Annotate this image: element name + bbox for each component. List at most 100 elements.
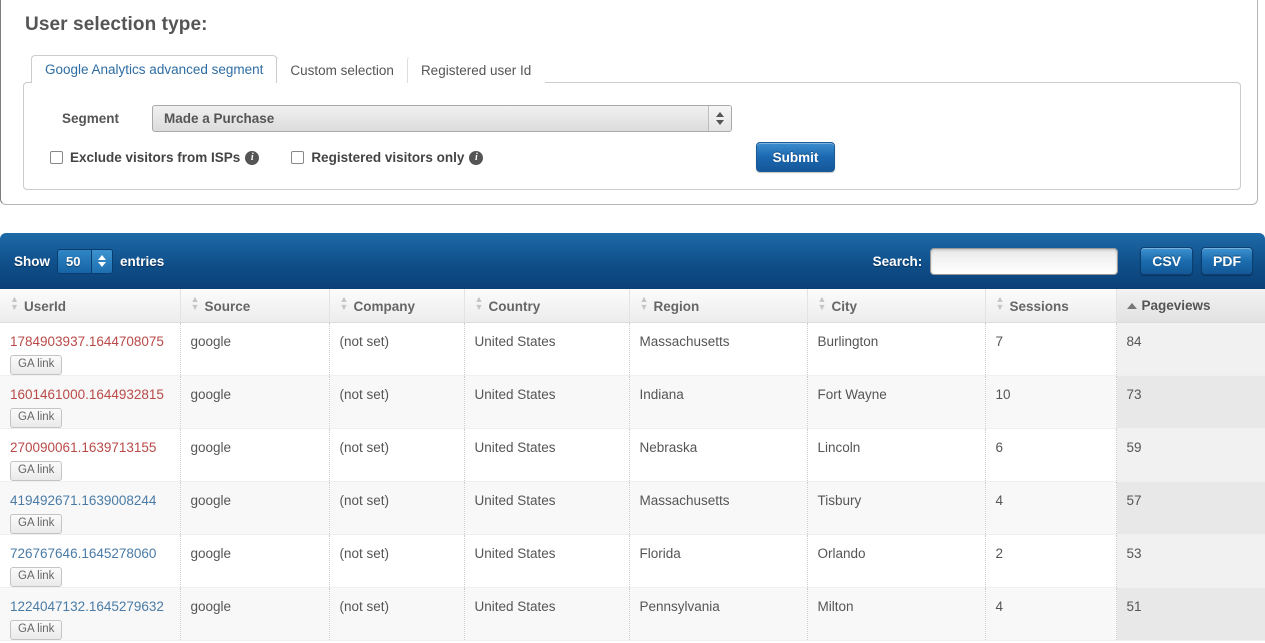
tab-strip: Google Analytics advanced segment Custom… (23, 55, 1241, 83)
cell-region: Massachusetts (629, 481, 808, 535)
cell-sessions: 4 (985, 587, 1117, 641)
segment-row: Segment Made a Purchase (42, 103, 1222, 133)
chevron-down-icon (98, 262, 106, 267)
segment-select[interactable]: Made a Purchase (152, 104, 732, 132)
column-header-label: City (831, 299, 858, 315)
chevron-up-icon (98, 255, 106, 260)
cell-country: United States (464, 587, 630, 641)
userid-link[interactable]: 419492671.1639008244 (10, 493, 179, 509)
ga-link-button[interactable]: GA link (10, 566, 63, 586)
column-header-pageviews[interactable]: Pageviews (1116, 289, 1265, 323)
cell-company: (not set) (329, 428, 465, 482)
column-header-source[interactable]: ▲ ▼ Source (180, 289, 330, 323)
registered-visitors-checkbox-group[interactable]: Registered visitors only i (291, 150, 484, 165)
exclude-isps-checkbox[interactable] (50, 151, 63, 164)
cell-company: (not set) (329, 481, 465, 535)
ga-link-button[interactable]: GA link (10, 460, 63, 480)
segment-select-stepper-icon[interactable] (708, 105, 731, 131)
ga-link-button[interactable]: GA link (10, 619, 63, 639)
cell-source: google (180, 428, 330, 482)
cell-region: Massachusetts (629, 322, 808, 376)
tab-google-analytics-advanced-segment[interactable]: Google Analytics advanced segment (31, 55, 278, 83)
column-header-country[interactable]: ▲ ▼ Country (464, 289, 630, 323)
search-input[interactable] (930, 247, 1119, 275)
cell-city: Burlington (807, 322, 986, 376)
cell-country: United States (464, 481, 630, 535)
sort-icon: ▲ ▼ (474, 294, 484, 313)
column-header-label: Region (653, 299, 700, 315)
column-header-label: Source (204, 299, 251, 315)
table-body: 1784903937.1644708075 GA link google (not s… (0, 322, 1265, 641)
table-row: 1784903937.1644708075 GA link google (not s… (0, 322, 1265, 376)
tab-registered-user-id[interactable]: Registered user Id (406, 56, 546, 83)
tab-custom-selection[interactable]: Custom selection (276, 56, 408, 83)
cell-region: Pennsylvania (629, 587, 808, 641)
cell-city: Milton (807, 587, 986, 641)
table-row: 1224047132.1645279632 GA link google (not s… (0, 587, 1265, 641)
cell-city: Orlando (807, 534, 986, 588)
column-header-label: Company (353, 299, 416, 315)
userid-link[interactable]: 1224047132.1645279632 (10, 599, 179, 615)
table-header-row: ▲ ▼ UserId ▲ ▼ Source ▲ ▼ Company ▲ ▼ Country ▲ ▼… (0, 289, 1265, 323)
userid-link[interactable]: 270090061.1639713155 (10, 440, 179, 456)
export-csv-button[interactable]: CSV (1140, 247, 1193, 275)
userid-link[interactable]: 1784903937.1644708075 (10, 334, 179, 350)
cell-sessions: 6 (985, 428, 1117, 482)
cell-sessions: 4 (985, 481, 1117, 535)
exclude-isps-label: Exclude visitors from ISPs (70, 150, 241, 165)
cell-country: United States (464, 534, 630, 588)
registered-visitors-checkbox[interactable] (291, 151, 305, 164)
cell-region: Nebraska (629, 428, 808, 482)
column-header-region[interactable]: ▲ ▼ Region (629, 289, 808, 323)
cell-pageviews: 53 (1116, 534, 1265, 588)
userid-link[interactable]: 726767646.1645278060 (10, 546, 179, 562)
segment-select-wrapper[interactable]: Made a Purchase (152, 104, 732, 132)
info-icon-exclude-isps[interactable]: i (245, 150, 260, 165)
cell-city: Fort Wayne (807, 375, 986, 429)
column-header-city[interactable]: ▲ ▼ City (807, 289, 986, 323)
submit-button[interactable]: Submit (756, 142, 835, 172)
sort-ascending-icon (1126, 302, 1137, 309)
ga-link-button[interactable]: GA link (10, 354, 63, 374)
export-pdf-button[interactable]: PDF (1201, 247, 1253, 275)
page-length-stepper-icon[interactable] (91, 249, 112, 273)
options-row: Exclude visitors from ISPs i Registered … (42, 142, 1222, 172)
cell-pageviews: 73 (1116, 375, 1265, 429)
search-label: Search: (872, 253, 923, 269)
cell-city: Tisbury (807, 481, 986, 535)
cell-source: google (180, 322, 330, 376)
sort-icon: ▲ ▼ (339, 294, 349, 313)
toolbar-right-group: Search: CSV PDF (873, 247, 1253, 275)
exclude-isps-checkbox-group[interactable]: Exclude visitors from ISPs i (50, 150, 260, 165)
cell-pageviews: 84 (1116, 322, 1265, 376)
cell-pageviews: 57 (1116, 481, 1265, 535)
table-row: 726767646.1645278060 GA link google (not se… (0, 534, 1265, 588)
column-header-company[interactable]: ▲ ▼ Company (329, 289, 465, 323)
cell-userid: 270090061.1639713155 GA link (0, 428, 181, 482)
userid-link[interactable]: 1601461000.1644932815 (10, 387, 179, 403)
cell-pageviews: 59 (1116, 428, 1265, 482)
column-header-sessions[interactable]: ▲ ▼ Sessions (985, 289, 1117, 323)
cell-userid: 726767646.1645278060 GA link (0, 534, 181, 588)
column-header-userid[interactable]: ▲ ▼ UserId (0, 289, 181, 323)
tabs-container: Google Analytics advanced segment Custom… (23, 55, 1241, 190)
sort-icon: ▲ ▼ (10, 294, 19, 313)
cell-sessions: 10 (985, 375, 1117, 429)
segment-label: Segment (62, 110, 120, 126)
cell-region: Florida (629, 534, 808, 588)
column-header-label: Pageviews (1141, 297, 1211, 313)
cell-userid: 1784903937.1644708075 GA link (0, 322, 181, 376)
column-header-label: Sessions (1009, 299, 1069, 315)
entries-label: entries (120, 253, 165, 269)
sort-icon: ▲ ▼ (817, 294, 827, 313)
cell-source: google (180, 481, 330, 535)
ga-link-button[interactable]: GA link (10, 407, 63, 427)
cell-country: United States (464, 375, 630, 429)
cell-country: United States (464, 322, 630, 376)
ga-link-button[interactable]: GA link (10, 513, 63, 533)
cell-sessions: 2 (985, 534, 1117, 588)
page-length-select[interactable]: 50 (57, 248, 113, 274)
info-icon-registered-visitors[interactable]: i (469, 150, 484, 165)
chevron-down-icon (716, 119, 724, 125)
sort-icon: ▲ ▼ (995, 294, 1005, 313)
